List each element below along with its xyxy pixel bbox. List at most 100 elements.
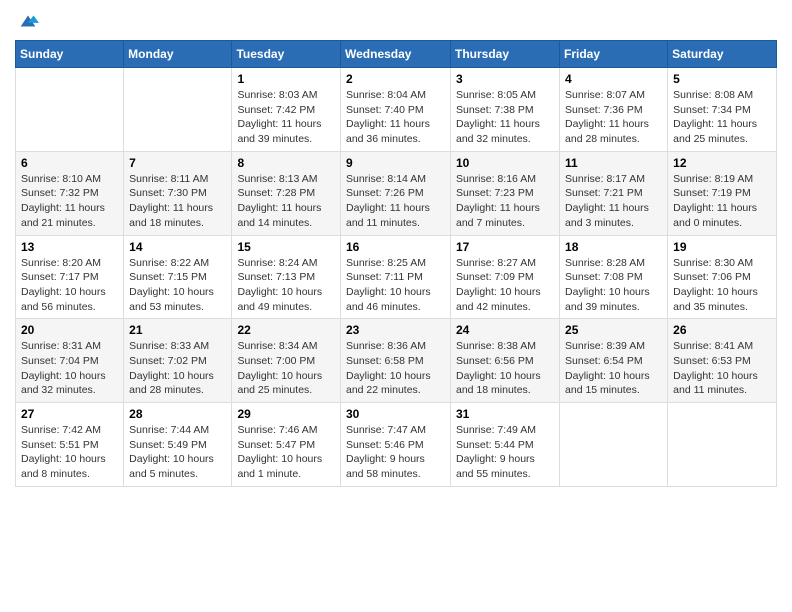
weekday-header-wednesday: Wednesday xyxy=(341,41,451,68)
calendar-week-4: 20 Sunrise: 8:31 AM Sunset: 7:04 PM Dayli… xyxy=(16,319,777,403)
calendar-cell xyxy=(124,68,232,152)
day-info: Sunrise: 8:13 AM Sunset: 7:28 PM Dayligh… xyxy=(237,172,335,231)
day-info: Sunrise: 8:07 AM Sunset: 7:36 PM Dayligh… xyxy=(565,88,662,147)
calendar-cell: 20 Sunrise: 8:31 AM Sunset: 7:04 PM Dayli… xyxy=(16,319,124,403)
day-number: 8 xyxy=(237,156,335,170)
day-number: 29 xyxy=(237,407,335,421)
calendar-cell xyxy=(668,403,777,487)
weekday-header-sunday: Sunday xyxy=(16,41,124,68)
calendar-cell: 16 Sunrise: 8:25 AM Sunset: 7:11 PM Dayli… xyxy=(341,235,451,319)
day-info: Sunrise: 8:22 AM Sunset: 7:15 PM Dayligh… xyxy=(129,256,226,315)
weekday-header-friday: Friday xyxy=(560,41,668,68)
day-info: Sunrise: 8:04 AM Sunset: 7:40 PM Dayligh… xyxy=(346,88,445,147)
calendar-cell: 4 Sunrise: 8:07 AM Sunset: 7:36 PM Daylig… xyxy=(560,68,668,152)
calendar-cell: 17Sunrise: 8:27 AM Sunset: 7:09 PM Dayli… xyxy=(451,235,560,319)
calendar-cell: 2Sunrise: 8:04 AM Sunset: 7:40 PM Daylig… xyxy=(341,68,451,152)
day-info: Sunrise: 8:31 AM Sunset: 7:04 PM Dayligh… xyxy=(21,339,118,398)
day-number: 12 xyxy=(673,156,771,170)
day-info: Sunrise: 8:38 AM Sunset: 6:56 PM Dayligh… xyxy=(456,339,554,398)
weekday-header-thursday: Thursday xyxy=(451,41,560,68)
day-number: 11 xyxy=(565,156,662,170)
day-number: 19 xyxy=(673,240,771,254)
day-number: 15 xyxy=(237,240,335,254)
logo-icon xyxy=(17,10,39,32)
day-info: Sunrise: 8:17 AM Sunset: 7:21 PM Dayligh… xyxy=(565,172,662,231)
calendar-cell: 12 Sunrise: 8:19 AM Sunset: 7:19 PM Dayli… xyxy=(668,151,777,235)
day-info: Sunrise: 8:03 AM Sunset: 7:42 PM Dayligh… xyxy=(237,88,335,147)
day-number: 17 xyxy=(456,240,554,254)
day-info: Sunrise: 8:14 AM Sunset: 7:26 PM Dayligh… xyxy=(346,172,445,231)
day-info: Sunrise: 7:47 AM Sunset: 5:46 PM Dayligh… xyxy=(346,423,445,482)
day-number: 25 xyxy=(565,323,662,337)
day-number: 22 xyxy=(237,323,335,337)
calendar-cell: 26 Sunrise: 8:41 AM Sunset: 6:53 PM Dayli… xyxy=(668,319,777,403)
day-info: Sunrise: 8:30 AM Sunset: 7:06 PM Dayligh… xyxy=(673,256,771,315)
day-number: 21 xyxy=(129,323,226,337)
day-info: Sunrise: 8:08 AM Sunset: 7:34 PM Dayligh… xyxy=(673,88,771,147)
day-info: Sunrise: 8:16 AM Sunset: 7:23 PM Dayligh… xyxy=(456,172,554,231)
calendar-cell: 25 Sunrise: 8:39 AM Sunset: 6:54 PM Dayli… xyxy=(560,319,668,403)
calendar-cell: 23Sunrise: 8:36 AM Sunset: 6:58 PM Dayli… xyxy=(341,319,451,403)
calendar-cell: 19 Sunrise: 8:30 AM Sunset: 7:06 PM Dayli… xyxy=(668,235,777,319)
day-info: Sunrise: 8:19 AM Sunset: 7:19 PM Dayligh… xyxy=(673,172,771,231)
day-number: 18 xyxy=(565,240,662,254)
calendar-cell: 8 Sunrise: 8:13 AM Sunset: 7:28 PM Daylig… xyxy=(232,151,341,235)
calendar-week-1: 1 Sunrise: 8:03 AM Sunset: 7:42 PM Daylig… xyxy=(16,68,777,152)
day-info: Sunrise: 8:25 AM Sunset: 7:11 PM Dayligh… xyxy=(346,256,445,315)
logo xyxy=(15,10,39,32)
day-info: Sunrise: 8:41 AM Sunset: 6:53 PM Dayligh… xyxy=(673,339,771,398)
calendar-cell: 6 Sunrise: 8:10 AM Sunset: 7:32 PM Daylig… xyxy=(16,151,124,235)
calendar-cell: 29 Sunrise: 7:46 AM Sunset: 5:47 PM Dayli… xyxy=(232,403,341,487)
day-number: 10 xyxy=(456,156,554,170)
calendar-cell: 1 Sunrise: 8:03 AM Sunset: 7:42 PM Daylig… xyxy=(232,68,341,152)
calendar-cell: 30 Sunrise: 7:47 AM Sunset: 5:46 PM Dayli… xyxy=(341,403,451,487)
day-info: Sunrise: 8:39 AM Sunset: 6:54 PM Dayligh… xyxy=(565,339,662,398)
day-info: Sunrise: 7:44 AM Sunset: 5:49 PM Dayligh… xyxy=(129,423,226,482)
calendar: SundayMondayTuesdayWednesdayThursdayFrid… xyxy=(15,40,777,487)
calendar-cell: 5 Sunrise: 8:08 AM Sunset: 7:34 PM Daylig… xyxy=(668,68,777,152)
day-number: 3 xyxy=(456,72,554,86)
calendar-cell: 13 Sunrise: 8:20 AM Sunset: 7:17 PM Dayli… xyxy=(16,235,124,319)
day-number: 31 xyxy=(456,407,554,421)
day-number: 7 xyxy=(129,156,226,170)
weekday-header-monday: Monday xyxy=(124,41,232,68)
day-number: 30 xyxy=(346,407,445,421)
day-number: 13 xyxy=(21,240,118,254)
day-info: Sunrise: 8:34 AM Sunset: 7:00 PM Dayligh… xyxy=(237,339,335,398)
day-number: 1 xyxy=(237,72,335,86)
calendar-cell: 27Sunrise: 7:42 AM Sunset: 5:51 PM Dayli… xyxy=(16,403,124,487)
calendar-week-2: 6 Sunrise: 8:10 AM Sunset: 7:32 PM Daylig… xyxy=(16,151,777,235)
day-number: 9 xyxy=(346,156,445,170)
calendar-week-5: 27Sunrise: 7:42 AM Sunset: 5:51 PM Dayli… xyxy=(16,403,777,487)
day-info: Sunrise: 8:10 AM Sunset: 7:32 PM Dayligh… xyxy=(21,172,118,231)
day-number: 4 xyxy=(565,72,662,86)
calendar-cell: 28Sunrise: 7:44 AM Sunset: 5:49 PM Dayli… xyxy=(124,403,232,487)
day-number: 20 xyxy=(21,323,118,337)
day-info: Sunrise: 8:33 AM Sunset: 7:02 PM Dayligh… xyxy=(129,339,226,398)
day-number: 6 xyxy=(21,156,118,170)
calendar-cell: 7 Sunrise: 8:11 AM Sunset: 7:30 PM Daylig… xyxy=(124,151,232,235)
day-info: Sunrise: 8:20 AM Sunset: 7:17 PM Dayligh… xyxy=(21,256,118,315)
calendar-cell: 31 Sunrise: 7:49 AM Sunset: 5:44 PM Dayli… xyxy=(451,403,560,487)
day-number: 5 xyxy=(673,72,771,86)
calendar-cell: 21 Sunrise: 8:33 AM Sunset: 7:02 PM Dayli… xyxy=(124,319,232,403)
day-number: 16 xyxy=(346,240,445,254)
day-info: Sunrise: 8:24 AM Sunset: 7:13 PM Dayligh… xyxy=(237,256,335,315)
calendar-cell: 3Sunrise: 8:05 AM Sunset: 7:38 PM Daylig… xyxy=(451,68,560,152)
calendar-cell xyxy=(560,403,668,487)
calendar-cell: 11 Sunrise: 8:17 AM Sunset: 7:21 PM Dayli… xyxy=(560,151,668,235)
weekday-header-saturday: Saturday xyxy=(668,41,777,68)
day-number: 24 xyxy=(456,323,554,337)
calendar-cell: 22 Sunrise: 8:34 AM Sunset: 7:00 PM Dayli… xyxy=(232,319,341,403)
day-number: 26 xyxy=(673,323,771,337)
calendar-cell xyxy=(16,68,124,152)
calendar-cell: 24 Sunrise: 8:38 AM Sunset: 6:56 PM Dayli… xyxy=(451,319,560,403)
page-header xyxy=(15,10,777,32)
calendar-body: 1 Sunrise: 8:03 AM Sunset: 7:42 PM Daylig… xyxy=(16,68,777,487)
day-info: Sunrise: 7:49 AM Sunset: 5:44 PM Dayligh… xyxy=(456,423,554,482)
day-info: Sunrise: 8:11 AM Sunset: 7:30 PM Dayligh… xyxy=(129,172,226,231)
day-info: Sunrise: 7:46 AM Sunset: 5:47 PM Dayligh… xyxy=(237,423,335,482)
calendar-cell: 10 Sunrise: 8:16 AM Sunset: 7:23 PM Dayli… xyxy=(451,151,560,235)
calendar-cell: 18Sunrise: 8:28 AM Sunset: 7:08 PM Dayli… xyxy=(560,235,668,319)
calendar-cell: 9 Sunrise: 8:14 AM Sunset: 7:26 PM Daylig… xyxy=(341,151,451,235)
